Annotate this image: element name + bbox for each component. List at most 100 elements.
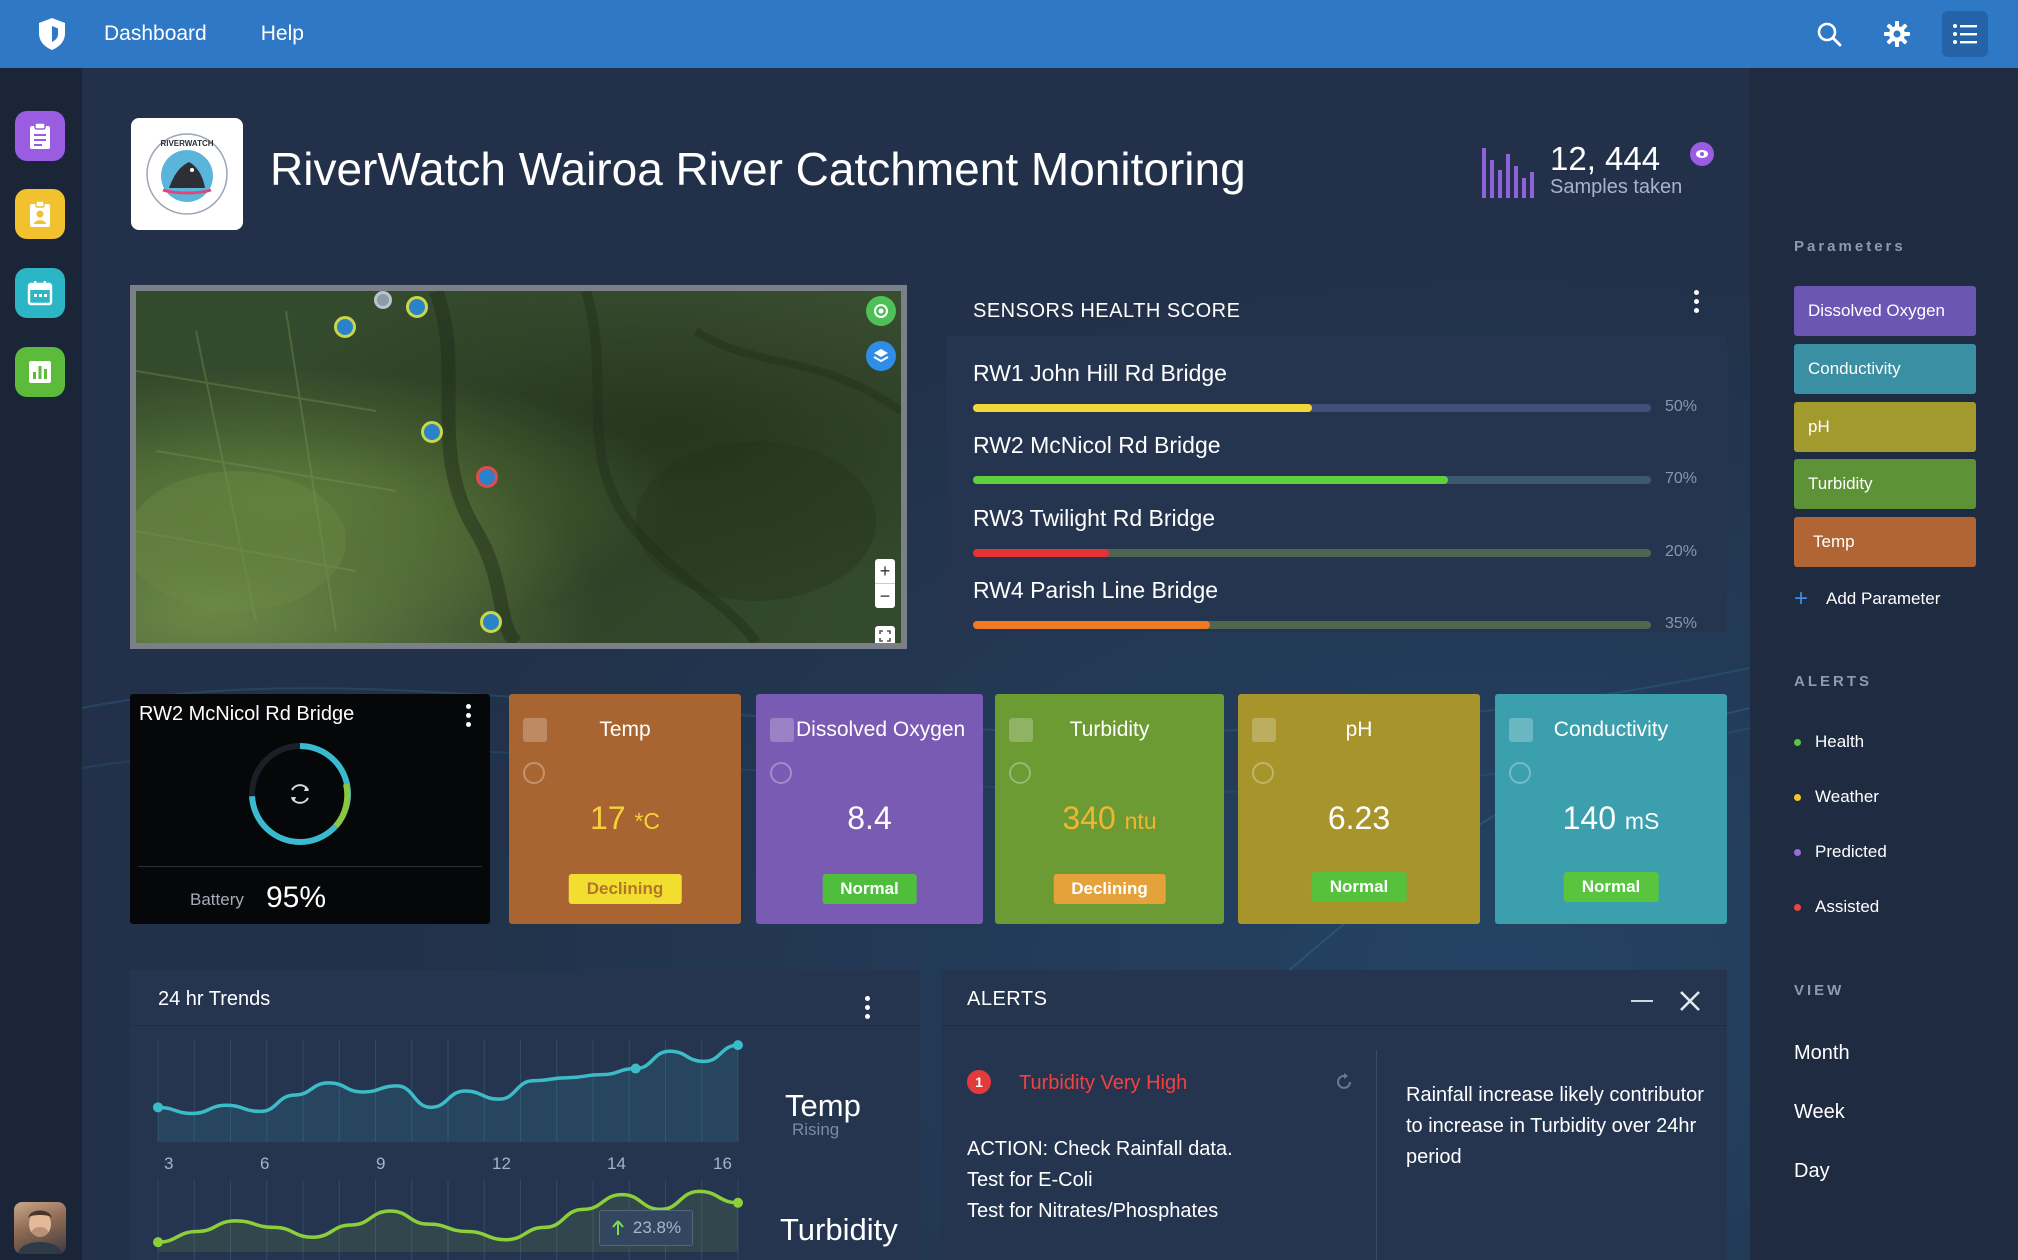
- right-panel: Parameters Dissolved Oxygen Conductivity…: [1750, 68, 2018, 1260]
- shield-logo-icon[interactable]: [0, 0, 104, 68]
- alert-filter-predicted[interactable]: Predicted: [1794, 842, 1887, 862]
- param-value-row: 140 mS: [1495, 800, 1727, 837]
- sensor-row[interactable]: RW2 McNicol Rd Bridge 70%: [973, 432, 1703, 487]
- nav-dashboard[interactable]: Dashboard: [104, 22, 207, 46]
- alert-filter-label: Health: [1815, 732, 1865, 751]
- x-tick: 14: [607, 1154, 626, 1173]
- param-value: 8.4: [847, 800, 892, 836]
- health-dot: [1794, 738, 1801, 746]
- param-value: 340: [1062, 800, 1116, 836]
- locate-icon[interactable]: [866, 296, 896, 326]
- zoom-control: + −: [875, 559, 895, 608]
- samples-count: 12, 444: [1550, 140, 1661, 177]
- param-card-turbidity[interactable]: Turbidity 340 ntu Declining: [995, 694, 1224, 924]
- alert-filter-label: Assisted: [1815, 897, 1880, 916]
- minimize-icon[interactable]: [1631, 1000, 1653, 1002]
- logo-text: RIVERWATCH: [160, 139, 213, 148]
- sensor-row[interactable]: RW4 Parish Line Bridge 35%: [973, 577, 1703, 632]
- sensor-health-pct: 20%: [1665, 543, 1698, 560]
- param-button-ph[interactable]: pH: [1794, 402, 1976, 452]
- clock-icon: [1509, 762, 1531, 784]
- map-marker-inactive[interactable]: [374, 291, 392, 309]
- sensor-health-fill: [973, 404, 1312, 412]
- clock-icon: [1009, 762, 1031, 784]
- data-point: [733, 1040, 743, 1051]
- sensor-health-bar: [973, 549, 1651, 557]
- alert-filter-weather[interactable]: Weather: [1794, 787, 1879, 807]
- map-marker-rw2[interactable]: [406, 296, 428, 318]
- data-point: [153, 1102, 163, 1113]
- weather-dot: [1794, 793, 1801, 801]
- alerts-heading: ALERTS: [1794, 673, 1872, 690]
- battery-label: Battery: [190, 890, 244, 909]
- sensor-health-pct: 35%: [1665, 615, 1698, 632]
- bar-chart-icon[interactable]: [15, 347, 65, 397]
- sensor-row[interactable]: RW1 John Hill Rd Bridge 50%: [973, 360, 1703, 415]
- eye-icon[interactable]: [1690, 142, 1715, 166]
- contact-card-icon[interactable]: [15, 189, 65, 239]
- param-card-ph[interactable]: pH 6.23 Normal: [1238, 694, 1480, 924]
- alerts-divider: [1376, 1050, 1377, 1260]
- param-button-temp[interactable]: Temp: [1794, 517, 1976, 567]
- station-menu-icon[interactable]: [466, 704, 471, 727]
- station-divider: [138, 866, 482, 867]
- param-name: Dissolved Oxygen: [796, 718, 966, 741]
- fullscreen-icon[interactable]: [875, 626, 895, 643]
- assisted-dot: [1794, 903, 1801, 911]
- param-card-conductivity[interactable]: Conductivity 140 mS Normal: [1495, 694, 1727, 924]
- nav-help[interactable]: Help: [261, 22, 304, 46]
- status-badge: Normal: [822, 874, 917, 904]
- alert-filter-health[interactable]: Health: [1794, 732, 1864, 752]
- param-name: Temp: [599, 718, 651, 741]
- param-button-conductivity[interactable]: Conductivity: [1794, 344, 1976, 394]
- user-avatar[interactable]: [14, 1202, 66, 1254]
- param-button-dissolved-oxygen[interactable]: Dissolved Oxygen: [1794, 286, 1976, 336]
- status-badge: Normal: [1563, 872, 1659, 902]
- sensor-name: RW1 John Hill Rd Bridge: [973, 360, 1227, 386]
- trend-tooltip-value: 23.8%: [632, 1218, 682, 1237]
- param-value: 140: [1562, 800, 1616, 836]
- alert-filter-assisted[interactable]: Assisted: [1794, 897, 1879, 917]
- map-marker-rw4-alert[interactable]: [476, 466, 498, 488]
- gear-icon[interactable]: [1874, 11, 1920, 57]
- data-point: [630, 1063, 641, 1074]
- retry-icon[interactable]: [1335, 1072, 1355, 1097]
- search-icon[interactable]: [1806, 11, 1852, 57]
- map-marker-rw5[interactable]: [480, 611, 502, 633]
- view-month[interactable]: Month: [1794, 1042, 1850, 1065]
- alert-filter-label: Predicted: [1815, 842, 1887, 861]
- map-marker-rw3[interactable]: [421, 421, 443, 443]
- sensor-name: RW3 Twilight Rd Bridge: [973, 505, 1216, 531]
- sensor-row[interactable]: RW3 Twilight Rd Bridge 20%: [973, 505, 1703, 560]
- param-card-dissolved-oxygen[interactable]: Dissolved Oxygen 8.4 Normal: [756, 694, 983, 924]
- left-sidebar: [0, 68, 82, 1260]
- param-value-row: 17 *C: [509, 800, 741, 837]
- calendar-icon[interactable]: [15, 268, 65, 318]
- close-icon[interactable]: [1679, 990, 1701, 1017]
- sensor-health-menu-icon[interactable]: [1694, 290, 1699, 313]
- alert-title[interactable]: Turbidity Very High: [1019, 1072, 1187, 1095]
- zoom-in-button[interactable]: +: [875, 559, 895, 583]
- view-day[interactable]: Day: [1794, 1160, 1830, 1183]
- zoom-out-button[interactable]: −: [875, 584, 895, 608]
- x-tick: 16: [713, 1154, 732, 1173]
- sensor-health-fill: [973, 549, 1109, 557]
- clock-icon: [770, 762, 792, 784]
- satellite-map[interactable]: + −: [136, 291, 901, 643]
- station-card[interactable]: RW2 McNicol Rd Bridge Battery 95%: [130, 694, 490, 924]
- param-card-temp[interactable]: Temp 17 *C Declining: [509, 694, 741, 924]
- status-badge: Declining: [1053, 874, 1166, 904]
- alert-action-text: ACTION: Check Rainfall data. Test for E-…: [967, 1138, 1233, 1222]
- list-menu-icon[interactable]: [1942, 11, 1988, 57]
- clock-icon: [1252, 762, 1274, 784]
- add-parameter-label: Add Parameter: [1826, 589, 1941, 608]
- param-button-turbidity[interactable]: Turbidity: [1794, 459, 1976, 509]
- parameters-heading: Parameters: [1794, 238, 1906, 255]
- layers-icon[interactable]: [866, 341, 896, 371]
- clipboard-icon[interactable]: [15, 111, 65, 161]
- map-marker-rw1[interactable]: [334, 316, 356, 338]
- alerts-header: ALERTS: [941, 970, 1727, 1026]
- add-parameter-button[interactable]: + Add Parameter: [1794, 585, 1940, 613]
- view-week[interactable]: Week: [1794, 1101, 1845, 1124]
- samples-label: Samples taken: [1550, 176, 1683, 198]
